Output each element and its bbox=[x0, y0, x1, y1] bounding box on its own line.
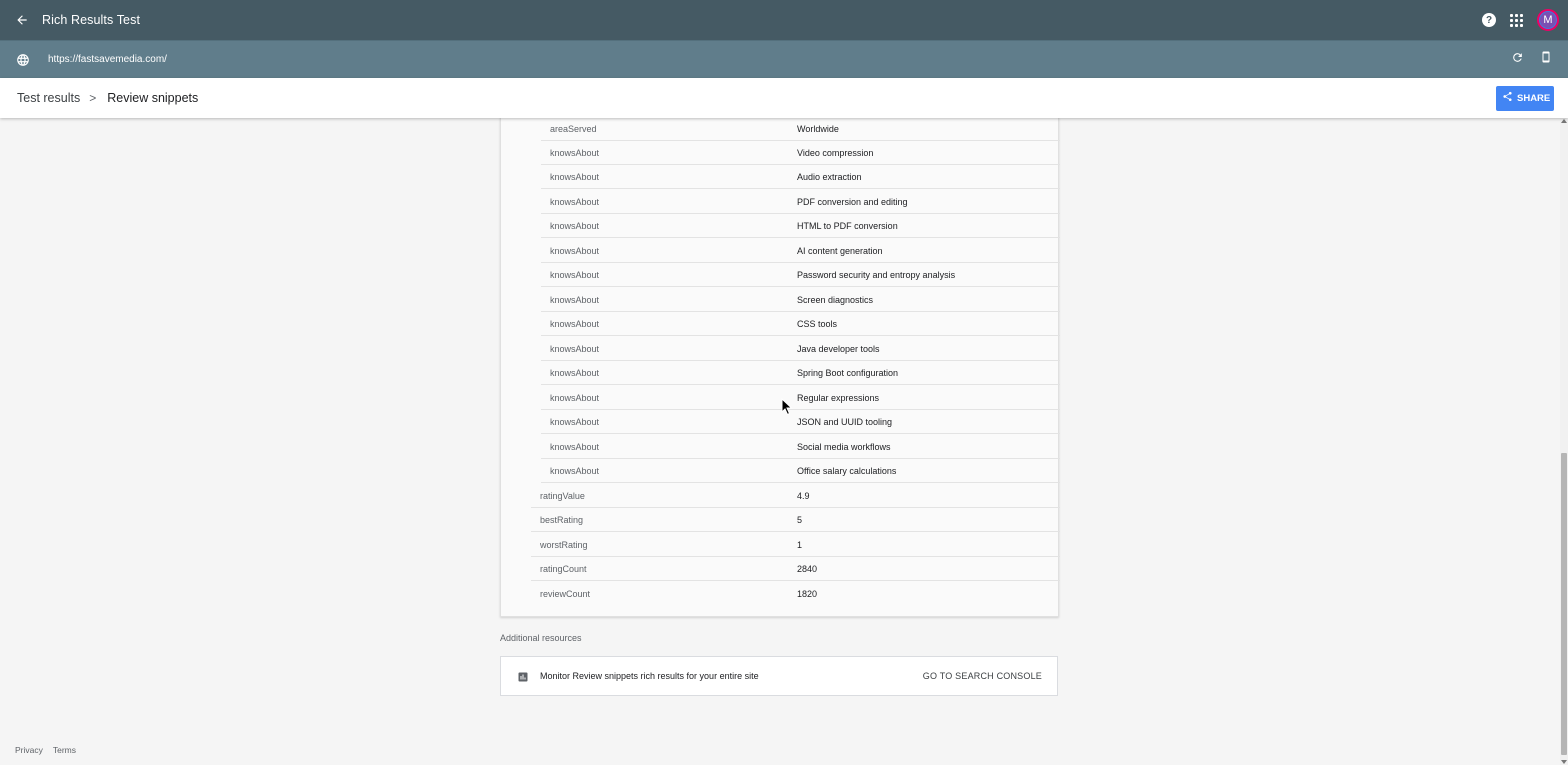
help-icon[interactable]: ? bbox=[1482, 13, 1496, 27]
mouse-cursor-icon bbox=[781, 397, 793, 416]
properties-card: areaServed Worldwide knowsAbout Video comp… bbox=[500, 116, 1060, 617]
table-row: knowsAbout Office salary calculations bbox=[541, 459, 1060, 483]
table-row: knowsAbout Regular expressions bbox=[541, 386, 1060, 410]
avatar[interactable]: M bbox=[1537, 9, 1559, 31]
terms-link[interactable]: Terms bbox=[53, 745, 76, 755]
table-row: knowsAbout CSS tools bbox=[541, 312, 1060, 336]
table-row: knowsAbout Password security and entropy … bbox=[541, 263, 1060, 287]
table-row: knowsAbout Spring Boot configuration bbox=[541, 361, 1060, 385]
url-text[interactable]: https://fastsavemedia.com/ bbox=[48, 54, 167, 65]
smartphone-icon[interactable] bbox=[1540, 50, 1552, 69]
table-row: ratingCount 2840 bbox=[531, 557, 1060, 581]
table-row: ratingValue 4.9 bbox=[531, 484, 1060, 508]
page-scrollbar[interactable] bbox=[1560, 118, 1568, 765]
monitor-text: Monitor Review snippets rich results for… bbox=[540, 671, 759, 681]
globe-icon bbox=[16, 53, 30, 67]
bar-chart-icon bbox=[517, 670, 529, 682]
table-row: worstRating 1 bbox=[531, 533, 1060, 557]
table-row: areaServed Worldwide bbox=[541, 117, 1060, 141]
table-row: knowsAbout Audio extraction bbox=[541, 165, 1060, 189]
scrollbar-thumb[interactable] bbox=[1561, 453, 1567, 755]
breadcrumb-current: Review snippets bbox=[107, 91, 199, 105]
share-icon bbox=[1502, 91, 1513, 105]
table-row: knowsAbout Video compression bbox=[541, 141, 1060, 165]
breadcrumb: Test results > Review snippets SHARE bbox=[0, 78, 1568, 118]
app-title: Rich Results Test bbox=[42, 13, 141, 27]
scroll-down-arrow-icon[interactable] bbox=[1561, 760, 1567, 764]
table-row: knowsAbout HTML to PDF conversion bbox=[541, 214, 1060, 238]
privacy-link[interactable]: Privacy bbox=[15, 745, 43, 755]
footer: Privacy Terms bbox=[15, 745, 76, 755]
additional-resources-card: Monitor Review snippets rich results for… bbox=[500, 656, 1058, 696]
table-row: knowsAbout AI content generation bbox=[541, 239, 1060, 263]
apps-grid-icon[interactable] bbox=[1510, 13, 1523, 27]
url-bar: https://fastsavemedia.com/ bbox=[0, 40, 1568, 78]
table-row: knowsAbout Java developer tools bbox=[541, 337, 1060, 361]
share-label: SHARE bbox=[1517, 92, 1551, 104]
table-row: knowsAbout JSON and UUID tooling bbox=[541, 410, 1060, 434]
chevron-right-icon: > bbox=[89, 91, 97, 105]
breadcrumb-test-results[interactable]: Test results bbox=[17, 91, 80, 105]
table-row: knowsAbout Social media workflows bbox=[541, 435, 1060, 459]
go-to-search-console-link[interactable]: GO TO SEARCH CONSOLE bbox=[923, 671, 1042, 681]
table-row: knowsAbout Screen diagnostics bbox=[541, 288, 1060, 312]
arrow-back-icon[interactable] bbox=[14, 12, 30, 28]
share-button[interactable]: SHARE bbox=[1496, 85, 1554, 111]
scroll-up-arrow-icon[interactable] bbox=[1561, 119, 1567, 123]
table-row: reviewCount 1820 bbox=[540, 589, 818, 599]
app-bar: Rich Results Test ? M bbox=[0, 0, 1568, 40]
additional-resources-label: Additional resources bbox=[500, 633, 582, 643]
table-row: knowsAbout PDF conversion and editing bbox=[541, 190, 1060, 214]
refresh-icon[interactable] bbox=[1511, 51, 1524, 69]
table-row: bestRating 5 bbox=[531, 508, 1060, 532]
